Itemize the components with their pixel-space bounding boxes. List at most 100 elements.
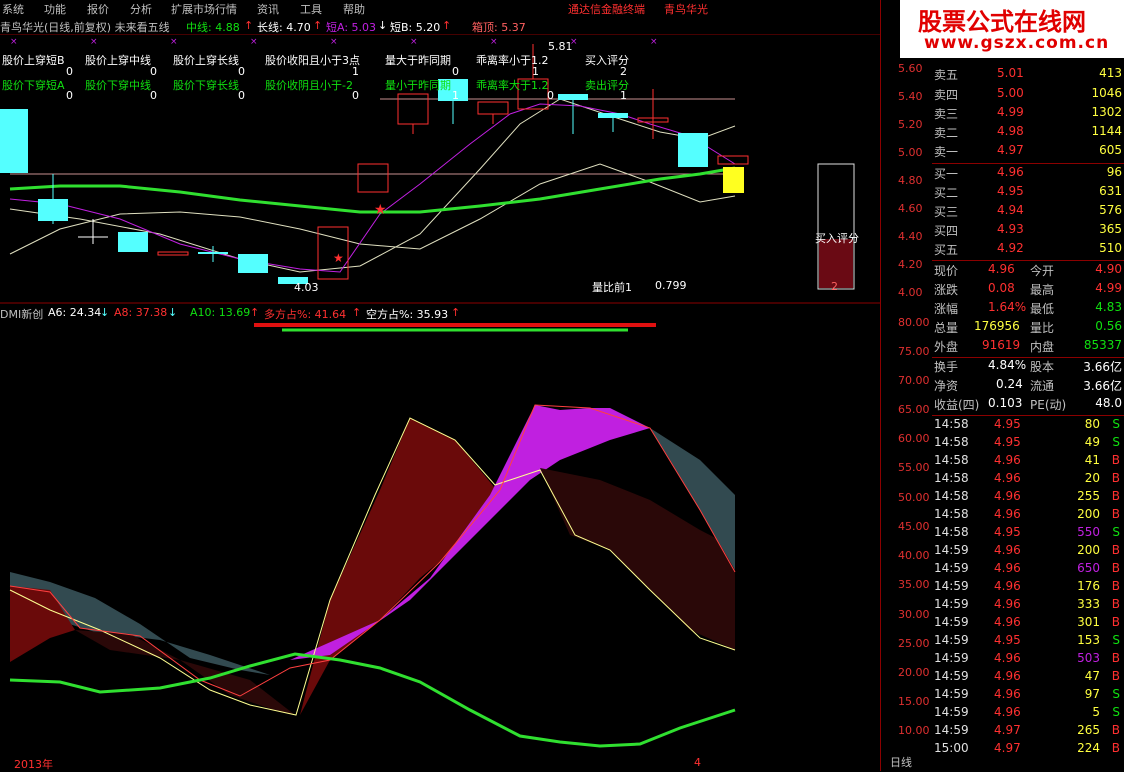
bid-volume: 576 [1099,203,1122,217]
tick-price: 4.96 [994,489,1021,503]
tick-side: B [1111,507,1120,521]
signal-label: 股价上穿短B [2,54,65,67]
dmi-tick: 20.00 [898,666,930,679]
signal-value: 0 [238,65,245,78]
menu-item-function[interactable]: 功能 [44,1,66,17]
price-tick: 5.60 [898,62,923,75]
up-arrow-icon: ↑ [442,19,452,32]
tick-volume: 255 [1077,489,1100,503]
tick-price: 4.96 [994,705,1021,719]
price-tick: 5.40 [898,90,923,103]
stat-value: 48.0 [1095,396,1122,410]
kline-chart[interactable]: ★ ★ × × × × × × × × × [0,34,880,304]
tick-time: 14:58 [934,525,969,539]
price-tick: 5.00 [898,146,923,159]
stat-value: 91619 [982,338,1021,352]
signal-value: 1 [452,89,459,102]
tick-volume: 650 [1077,561,1100,575]
tick-time: 14:59 [934,543,969,557]
tick-time: 14:58 [934,435,969,449]
price-axis: 5.60 5.40 5.20 5.00 4.80 4.60 4.40 4.20 … [880,0,932,771]
stat-value: 176956 [974,319,1020,333]
tick-row: 14:59 4.95 153 S [932,633,1124,651]
dmi-tick: 50.00 [898,491,930,504]
tick-row: 14:58 4.95 49 S [932,435,1124,453]
stat-label: 股本 [1030,360,1055,374]
tick-volume: 224 [1077,741,1100,755]
tick-time: 14:59 [934,615,969,629]
ask-volume: 413 [1099,66,1122,80]
tick-price: 4.96 [994,597,1021,611]
logo-title: 股票公式在线网 [918,8,1086,36]
menu-item-quote[interactable]: 报价 [87,1,109,17]
price-tick: 4.40 [898,230,923,243]
stat-value: 4.90 [1095,262,1122,276]
stat-label: 内盘 [1030,340,1055,354]
price-tick: 4.80 [898,174,923,187]
down-arrow-icon: ↓ [378,19,388,32]
bid-price: 4.93 [997,222,1024,236]
ask-volume: 1302 [1091,105,1122,119]
tick-side: B [1111,471,1120,485]
ask-row-4: 卖四 5.00 1046 [932,86,1124,105]
ask-volume: 1144 [1091,124,1122,138]
menu-item-news[interactable]: 资讯 [257,1,279,17]
ask-volume: 1046 [1091,86,1122,100]
logo-url: www.gszx.com.cn [924,33,1110,53]
stat-row: 外盘 91619 内盘 85337 [932,338,1124,357]
dmi-chart[interactable] [0,300,880,756]
tick-row: 14:59 4.96 333 B [932,597,1124,615]
tick-time: 15:00 [934,741,969,755]
bid-price: 4.94 [997,203,1024,217]
svg-text:×: × [490,37,498,47]
ask-label: 卖三 [934,107,959,121]
dmi-tick: 25.00 [898,637,930,650]
stat-label: 现价 [934,264,959,278]
stat-value: 0.56 [1095,319,1122,333]
tick-row: 14:58 4.95 550 S [932,525,1124,543]
bid-label: 买三 [934,205,959,219]
tick-time: 14:58 [934,471,969,485]
tick-price: 4.96 [994,651,1021,665]
divider [932,415,1124,416]
tick-row: 14:58 4.95 80 S [932,417,1124,435]
tick-side: B [1111,615,1120,629]
tick-price: 4.97 [994,723,1021,737]
tick-price: 4.97 [994,741,1021,755]
stat-value: 4.96 [988,262,1015,276]
tick-time: 14:59 [934,579,969,593]
tick-volume: 265 [1077,723,1100,737]
menu-item-tools[interactable]: 工具 [300,1,322,17]
menu-item-extended-market[interactable]: 扩展市场行情 [171,1,237,17]
dmi-tick: 40.00 [898,549,930,562]
price-tick: 4.60 [898,202,923,215]
stat-label: 收益(四) [934,398,980,412]
menu-item-system[interactable]: 系统 [2,1,24,17]
ask-price: 4.98 [997,124,1024,138]
tick-price: 4.96 [994,453,1021,467]
stat-row: 现价 4.96 今开 4.90 [932,262,1124,281]
bid-label: 买五 [934,243,959,257]
tick-price: 4.96 [994,579,1021,593]
tick-side: S [1112,525,1120,539]
stat-label: 流通 [1030,379,1055,393]
signal-label: 股价下穿中线 [85,79,151,92]
tick-side: B [1111,543,1120,557]
dmi-tick: 65.00 [898,403,930,416]
ask-label: 卖四 [934,88,959,102]
tick-row: 14:59 4.96 47 B [932,669,1124,687]
period-label[interactable]: 日线 [890,754,912,770]
menu-item-analysis[interactable]: 分析 [130,1,152,17]
tick-time: 14:59 [934,705,969,719]
vol-ratio-value: 0.799 [655,279,687,292]
tick-row: 14:58 4.96 255 B [932,489,1124,507]
tick-side: B [1111,579,1120,593]
tick-list[interactable]: 14:58 4.95 80 S 14:58 4.95 49 S 14:58 4.96 41 B 14:5… [932,417,1124,771]
price-tick: 4.20 [898,258,923,271]
tick-row: 14:59 4.97 265 B [932,723,1124,741]
menu-item-help[interactable]: 帮助 [343,1,365,17]
tick-row: 14:59 4.96 5 S [932,705,1124,723]
stat-value: 3.66亿 [1083,360,1122,374]
buy-star-icon: ★ [333,251,344,265]
tick-time: 14:59 [934,633,969,647]
